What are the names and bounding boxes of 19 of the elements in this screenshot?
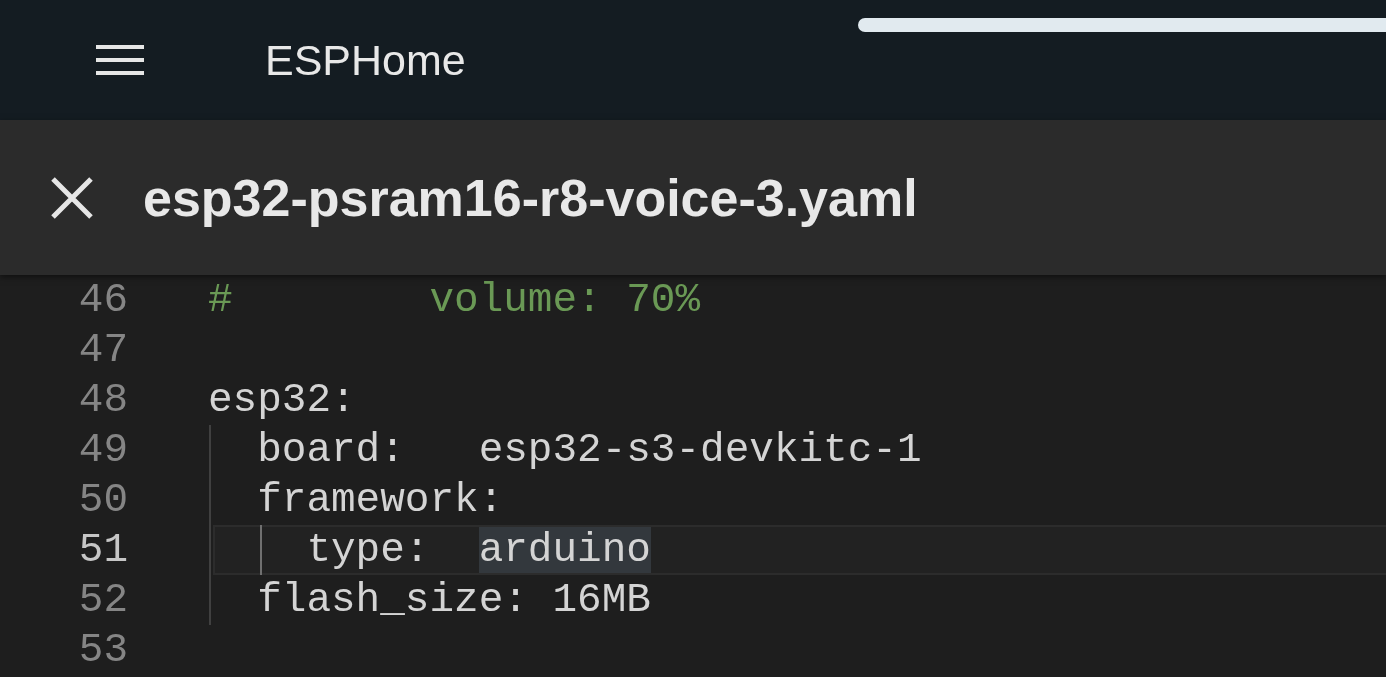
line-number: 46 [77,277,128,323]
app-title: ESPHome [265,35,466,85]
line-number: 47 [77,327,128,373]
line-number: 52 [77,577,128,623]
code-text: framework: [256,477,504,523]
code-text: type: [305,527,431,573]
close-icon [50,175,94,220]
line-number: 48 [77,377,128,423]
line-number: 51 [77,527,128,573]
menu-icon [96,43,144,77]
line-number: 49 [77,427,128,473]
selected-text: arduino [478,527,651,573]
line-number: 50 [77,477,128,523]
dialog-title: esp32-psram16-r8-voice-3.yaml [143,167,918,228]
code-text: esp32: [208,377,356,423]
code-text: board: esp32-s3-devkitc-1 [256,427,922,473]
code-text: flash_size: 16MB [256,577,651,623]
code-comment: # volume: 70% [208,277,701,323]
line-number: 53 [77,627,128,673]
